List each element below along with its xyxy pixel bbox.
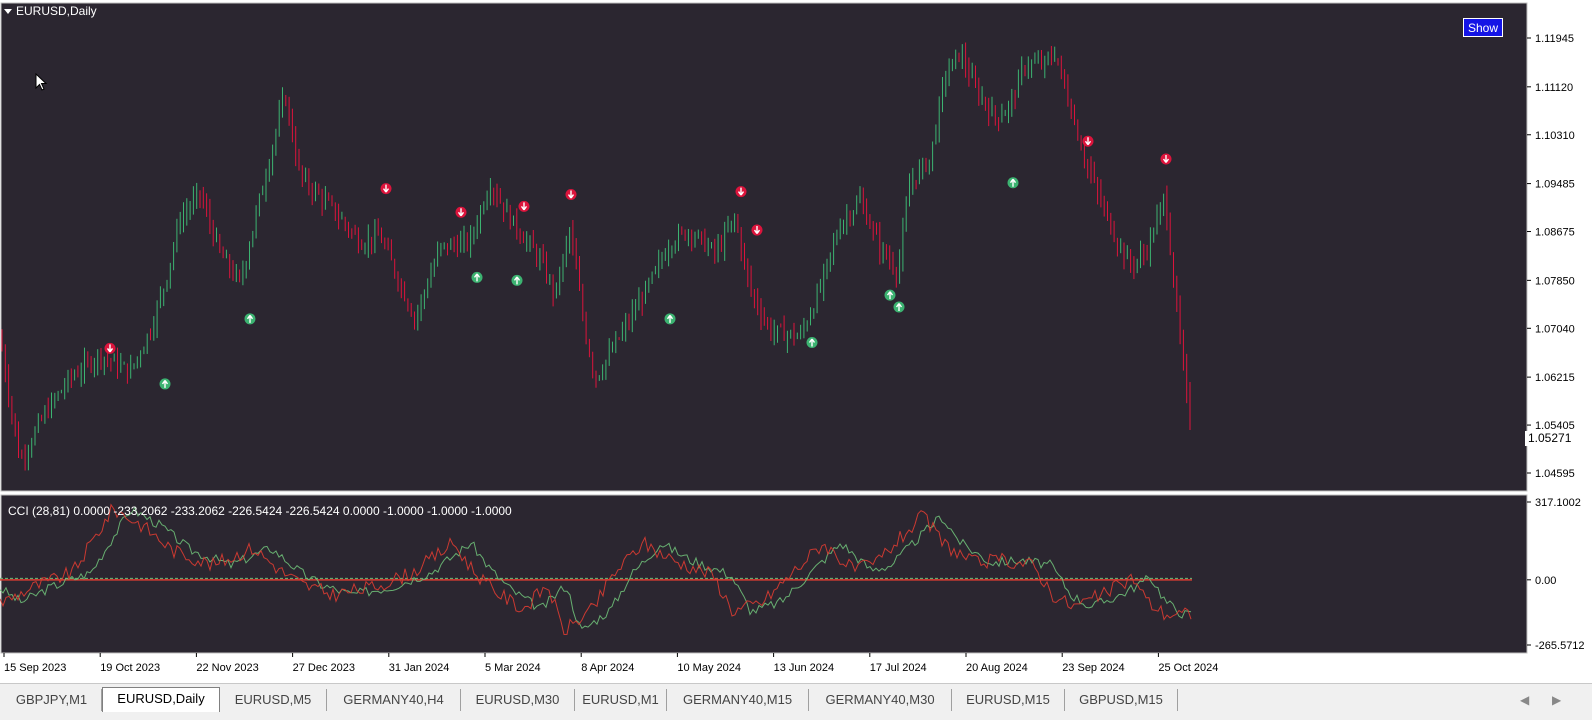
tab-eurusd-m1[interactable]: EURUSD,M1 [575, 689, 667, 711]
price-axis-label: 1.04595 [1535, 468, 1575, 480]
show-button[interactable]: Show [1463, 18, 1503, 37]
tab-gbpjpy-m1[interactable]: GBPJPY,M1 [2, 689, 102, 711]
cci-panel [0, 494, 1528, 654]
time-axis-label: 10 May 2024 [677, 662, 741, 674]
time-axis-label: 13 Jun 2024 [774, 662, 835, 674]
tab-germany40-m15[interactable]: GERMANY40,M15 [667, 689, 809, 711]
price-axis-label: 1.10310 [1535, 130, 1575, 142]
price-axis-label: 1.07040 [1535, 323, 1575, 335]
dropdown-triangle-icon[interactable] [4, 8, 12, 14]
tab-eurusd-daily[interactable]: EURUSD,Daily [102, 687, 220, 712]
tab-gbpusd-m15[interactable]: GBPUSD,M15 [1065, 689, 1178, 711]
tab-eurusd-m5[interactable]: EURUSD,M5 [220, 689, 327, 711]
cci-axis-label: 0.00 [1535, 575, 1556, 587]
time-axis-label: 5 Mar 2024 [485, 662, 541, 674]
chart-title: EURUSD,Daily [4, 4, 97, 18]
price-panel [0, 2, 1528, 492]
time-axis-label: 31 Jan 2024 [389, 662, 450, 674]
time-axis-label: 27 Dec 2023 [293, 662, 355, 674]
time-axis-label: 8 Apr 2024 [581, 662, 634, 674]
price-axis-label: 1.11945 [1535, 33, 1574, 45]
chart-canvas[interactable]: 1.11945 1.11120 1.10310 1.09485 1.08675 1.078… [0, 0, 1592, 683]
chart-tab-bar: GBPJPY,M1 EURUSD,Daily EURUSD,M5 GERMANY40,… [0, 683, 1592, 720]
chart-title-text: EURUSD,Daily [16, 4, 97, 18]
price-axis-label: 1.07850 [1535, 275, 1575, 287]
tab-eurusd-m30[interactable]: EURUSD,M30 [461, 689, 575, 711]
mouse-cursor-icon [35, 73, 48, 91]
scroll-left-icon[interactable]: ◀ [1520, 693, 1529, 707]
price-axis-label: 1.08675 [1535, 227, 1575, 239]
tab-eurusd-m15[interactable]: EURUSD,M15 [952, 689, 1065, 711]
price-axis-label: 1.09485 [1535, 179, 1575, 191]
cci-axis-label: -265.5712 [1535, 640, 1585, 652]
last-price-label: 1.05271 [1525, 431, 1582, 446]
chart-window[interactable]: 1.11945 1.11120 1.10310 1.09485 1.08675 1.078… [0, 0, 1592, 683]
price-axis-label: 1.06215 [1535, 372, 1575, 384]
time-axis-label: 20 Aug 2024 [966, 662, 1028, 674]
tab-germany40-m30[interactable]: GERMANY40,M30 [809, 689, 952, 711]
cci-axis-label: 317.1002 [1535, 497, 1581, 509]
time-axis-label: 17 Jul 2024 [870, 662, 927, 674]
time-axis-label: 22 Nov 2023 [196, 662, 258, 674]
scroll-right-icon[interactable]: ▶ [1552, 693, 1561, 707]
time-axis-label: 19 Oct 2023 [100, 662, 160, 674]
tab-germany40-h4[interactable]: GERMANY40,H4 [327, 689, 461, 711]
time-axis-label: 15 Sep 2023 [4, 662, 66, 674]
cci-indicator-label: CCI (28,81) 0.0000 -233.2062 -233.2062 -… [8, 504, 512, 518]
time-axis-label: 25 Oct 2024 [1158, 662, 1218, 674]
time-axis-label: 23 Sep 2024 [1062, 662, 1124, 674]
price-axis-label: 1.11120 [1535, 82, 1573, 94]
